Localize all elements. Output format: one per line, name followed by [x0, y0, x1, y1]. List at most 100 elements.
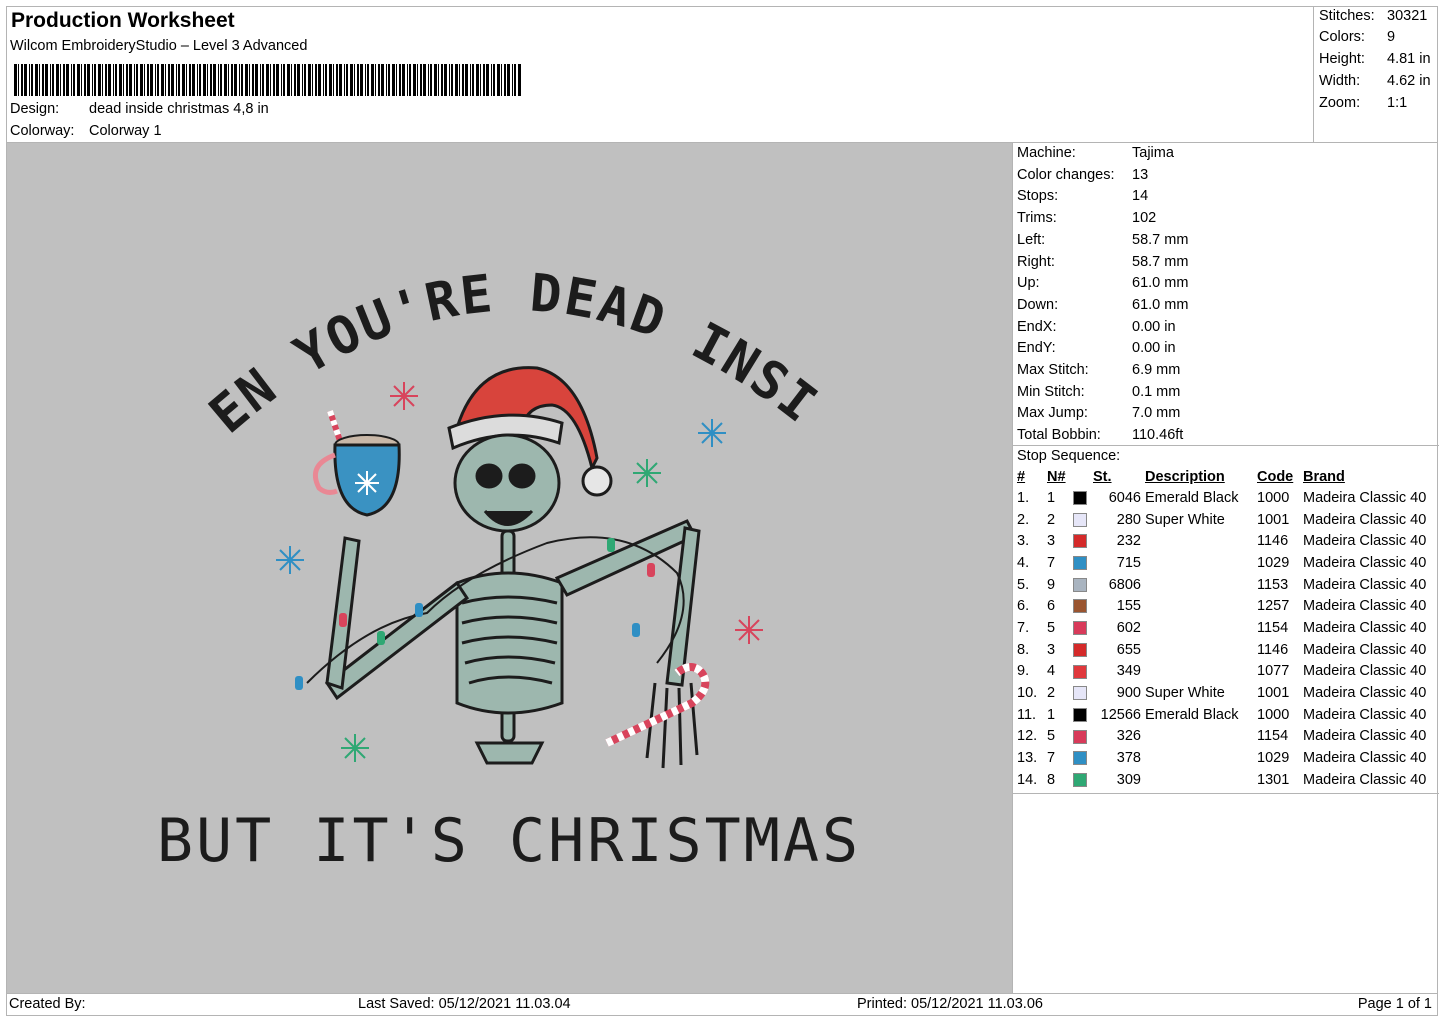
machine-info-label: Trims: [1017, 210, 1057, 227]
barcode-bar [354, 64, 355, 96]
summary-colors: Colors: 9 [1319, 29, 1396, 45]
barcode-bar [514, 64, 516, 96]
barcode-bar [260, 64, 261, 96]
machine-info-label: EndY: [1017, 340, 1056, 357]
barcode-bar [252, 64, 254, 96]
barcode-bar [381, 64, 384, 96]
machine-info-row: Trims: 102 [1017, 210, 1156, 230]
barcode-bar [407, 64, 408, 96]
barcode-bar [108, 64, 111, 96]
snowflake-icon [276, 546, 304, 574]
stitch-count: 655 [1116, 641, 1141, 658]
table-row: 7. 5 602 1154 Madeira Classic 40 [1015, 617, 1426, 639]
stitch-count: 715 [1116, 554, 1141, 571]
barcode-bar [186, 64, 187, 96]
barcode-bar [518, 64, 521, 96]
stop-index: 7. [1017, 619, 1030, 636]
thread-brand: Madeira Classic 40 [1303, 728, 1427, 745]
stitch-count: 280 [1116, 511, 1141, 528]
barcode-bar [115, 64, 117, 96]
barcode-bar [396, 64, 397, 96]
thread-code: 1154 [1257, 619, 1289, 636]
barcode-bar [161, 64, 164, 96]
stop-index: 8. [1017, 641, 1030, 658]
thread-description [1141, 747, 1257, 769]
machine-info-row: Max Jump: 7.0 mm [1017, 405, 1180, 425]
thread-code: 1000 [1257, 706, 1290, 723]
barcode-bar [434, 64, 437, 96]
barcode-bar [42, 64, 44, 96]
barcode-bar [476, 64, 479, 96]
colorway-value: Colorway 1 [89, 123, 162, 139]
color-swatch [1073, 639, 1093, 661]
machine-info-row: EndY: 0.00 in [1017, 340, 1176, 360]
barcode-bar [318, 64, 321, 96]
thread-description: Super White [1145, 511, 1225, 528]
machine-info-row: Right: 58.7 mm [1017, 254, 1188, 274]
machine-info-label: Right: [1017, 253, 1055, 270]
col-index-header: # [1017, 469, 1026, 485]
barcode-bar [144, 64, 145, 96]
barcode-bar [245, 64, 248, 96]
summary-stitches: Stitches: 30321 [1319, 8, 1428, 24]
barcode-bar [234, 64, 237, 96]
barcode-bar [189, 64, 191, 96]
barcode-bar [31, 64, 33, 96]
table-row: 5. 9 6806 1153 Madeira Classic 40 [1015, 574, 1426, 596]
color-swatch [1073, 769, 1093, 791]
needle-number: 2 [1047, 685, 1056, 702]
barcode-bar [472, 64, 474, 96]
stop-index: 12. [1017, 728, 1038, 745]
barcode-bar [147, 64, 149, 96]
thread-code: 1146 [1257, 641, 1289, 658]
colorway-label: Colorway: [10, 123, 75, 139]
machine-info-value: 58.7 mm [1132, 231, 1189, 248]
barcode-image [14, 64, 521, 96]
barcode-bar [150, 64, 153, 96]
barcode-bar [262, 64, 264, 96]
barcode-bar [491, 64, 492, 96]
barcode-bar [239, 64, 240, 96]
thread-brand: Madeira Classic 40 [1303, 663, 1427, 680]
barcode-bar [24, 64, 27, 96]
barcode-bar [113, 64, 114, 96]
stop-index: 9. [1017, 663, 1030, 680]
barcode-bar [350, 64, 353, 96]
barcode-bar [378, 64, 380, 96]
barcode-bar [459, 64, 460, 96]
color-swatch-icon [1073, 751, 1087, 766]
barcode-bar [486, 64, 489, 96]
color-swatch-icon [1073, 577, 1087, 592]
barcode-bar [218, 64, 219, 96]
machine-info-row: Down: 61.0 mm [1017, 297, 1188, 317]
barcode-bar [119, 64, 122, 96]
barcode-bar [224, 64, 227, 96]
thread-code: 1001 [1257, 685, 1290, 702]
thread-code: 1301 [1257, 771, 1290, 788]
col-swatch-header [1073, 467, 1093, 487]
needle-number: 7 [1047, 750, 1056, 767]
barcode-bar [344, 64, 345, 96]
barcode-bar [294, 64, 296, 96]
barcode-bar [56, 64, 59, 96]
stop-index: 14. [1017, 771, 1038, 788]
design-preview: WHEN YOU'RE DEAD INSIDE BUT IT'S CHRISTM… [7, 143, 1012, 993]
thread-description [1141, 769, 1257, 791]
thread-code: 1257 [1257, 598, 1290, 615]
stop-index: 6. [1017, 598, 1030, 615]
barcode-bar [35, 64, 38, 96]
thread-code: 1000 [1257, 489, 1290, 506]
stop-index: 13. [1017, 750, 1038, 767]
needle-number: 3 [1047, 641, 1056, 658]
color-swatch [1073, 509, 1093, 531]
machine-info-value: 61.0 mm [1132, 275, 1189, 292]
barcode-bar [129, 64, 132, 96]
barcode-bar [493, 64, 495, 96]
machine-info-row: Max Stitch: 6.9 mm [1017, 362, 1180, 382]
barcode-bar [423, 64, 426, 96]
stop-index: 2. [1017, 511, 1030, 528]
color-swatch [1073, 747, 1093, 769]
barcode-bar [438, 64, 439, 96]
machine-info-value: 102 [1132, 210, 1157, 227]
machine-info-value: Tajima [1132, 145, 1174, 161]
